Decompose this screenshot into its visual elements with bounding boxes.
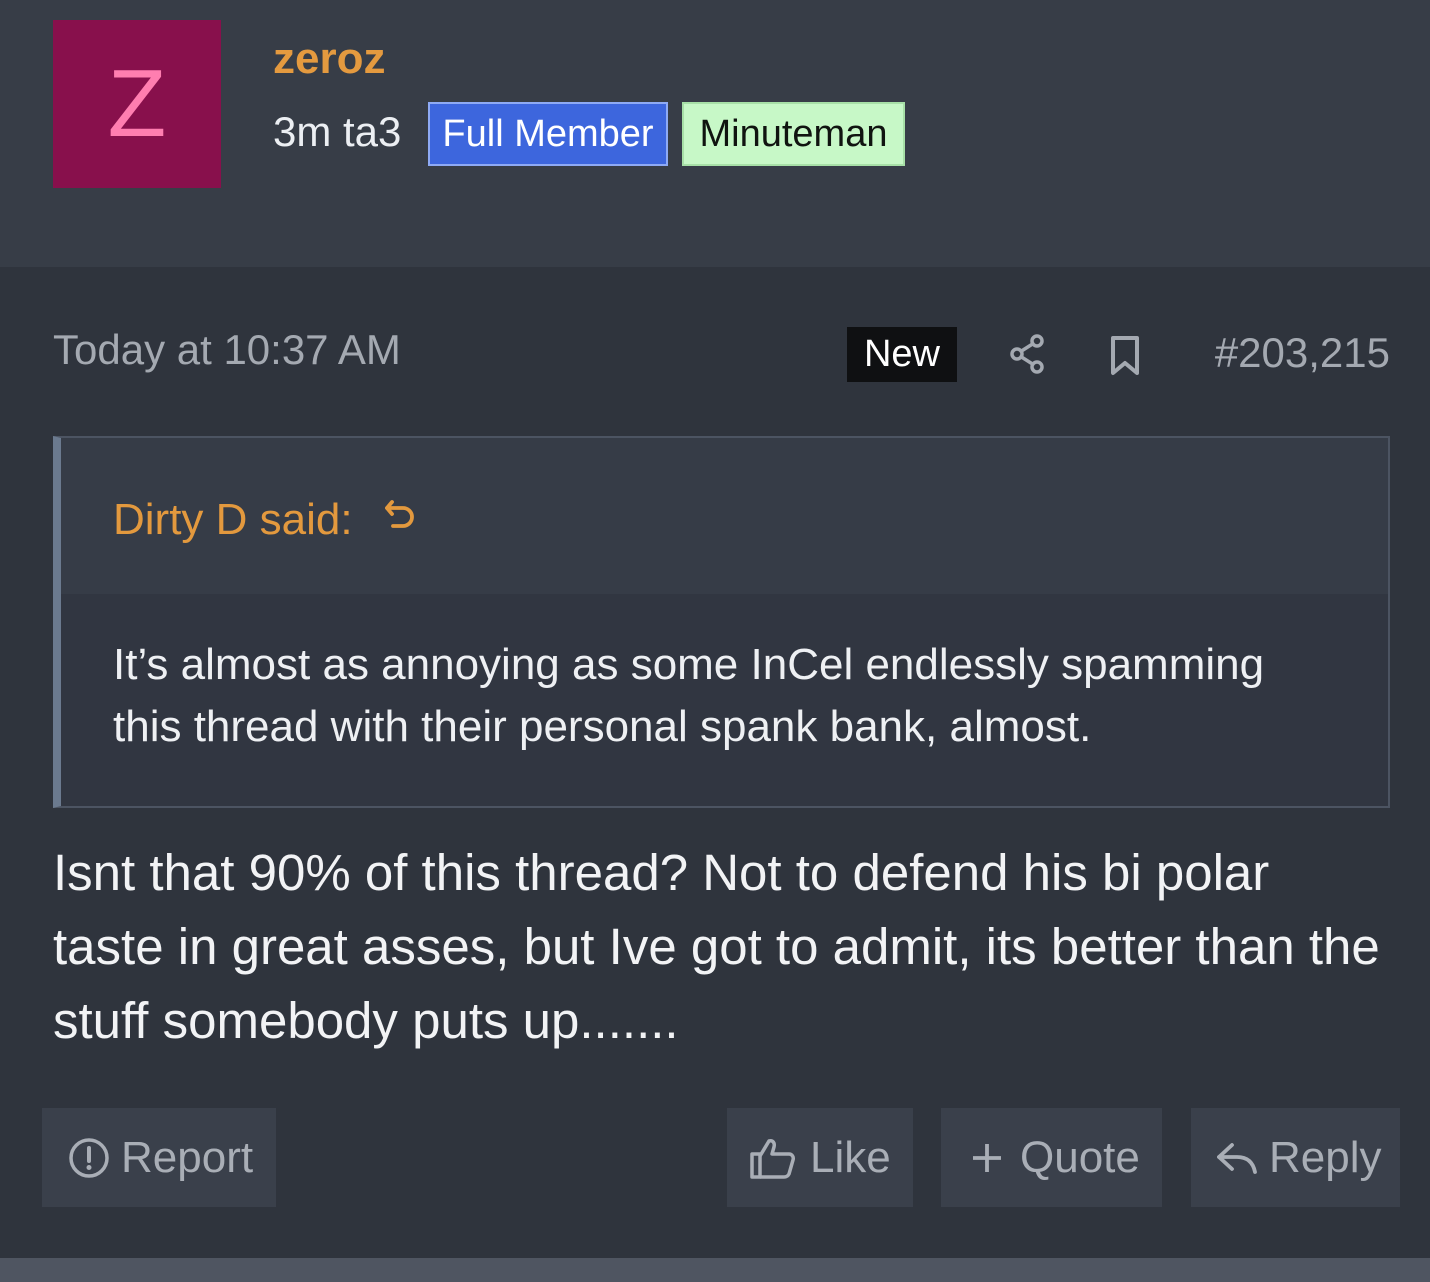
quote-attribution[interactable]: Dirty D said: <box>113 492 353 548</box>
thumbs-up-icon <box>750 1139 795 1179</box>
share-button[interactable] <box>1002 328 1054 380</box>
new-post-badge: New <box>847 327 957 382</box>
reply-label: Reply <box>1269 1133 1382 1182</box>
bookmark-icon <box>1111 336 1139 375</box>
reply-arrow-icon <box>1217 1143 1257 1174</box>
avatar[interactable]: Z <box>53 20 221 188</box>
post-message: Isnt that 90% of this thread? Not to def… <box>53 844 1380 1049</box>
user-title: 3m ta3 <box>273 108 402 155</box>
like-label: Like <box>810 1133 891 1182</box>
post-divider <box>0 1258 1430 1282</box>
quote-block: Dirty D said: It’s almost as annoying as… <box>53 436 1390 808</box>
quote-label: Quote <box>1020 1133 1140 1182</box>
user-banner-minuteman: Minuteman <box>682 102 905 166</box>
quote-body: It’s almost as annoying as some InCel en… <box>61 594 1388 806</box>
report-label: Report <box>121 1133 254 1182</box>
username-link[interactable]: zeroz <box>273 32 385 86</box>
quote-button[interactable]: Quote <box>941 1108 1162 1207</box>
quote-text: It’s almost as annoying as some InCel en… <box>113 640 1265 751</box>
post-user-header: Z zeroz 3m ta3 Full Member Minuteman <box>0 0 1430 267</box>
go-to-original-icon[interactable] <box>379 494 423 538</box>
like-button[interactable]: Like <box>727 1108 913 1207</box>
quote-header: Dirty D said: <box>61 438 1388 594</box>
plus-icon <box>973 1144 1001 1172</box>
alert-circle-icon <box>69 1138 109 1178</box>
post-number-link[interactable]: #203,215 <box>1185 327 1390 379</box>
report-button[interactable]: Report <box>42 1108 276 1207</box>
bookmark-button[interactable] <box>1099 328 1151 380</box>
post-timestamp[interactable]: Today at 10:37 AM <box>53 324 401 376</box>
user-banner-full-member: Full Member <box>428 102 668 166</box>
share-icon <box>1010 334 1044 374</box>
reply-button[interactable]: Reply <box>1191 1108 1400 1207</box>
